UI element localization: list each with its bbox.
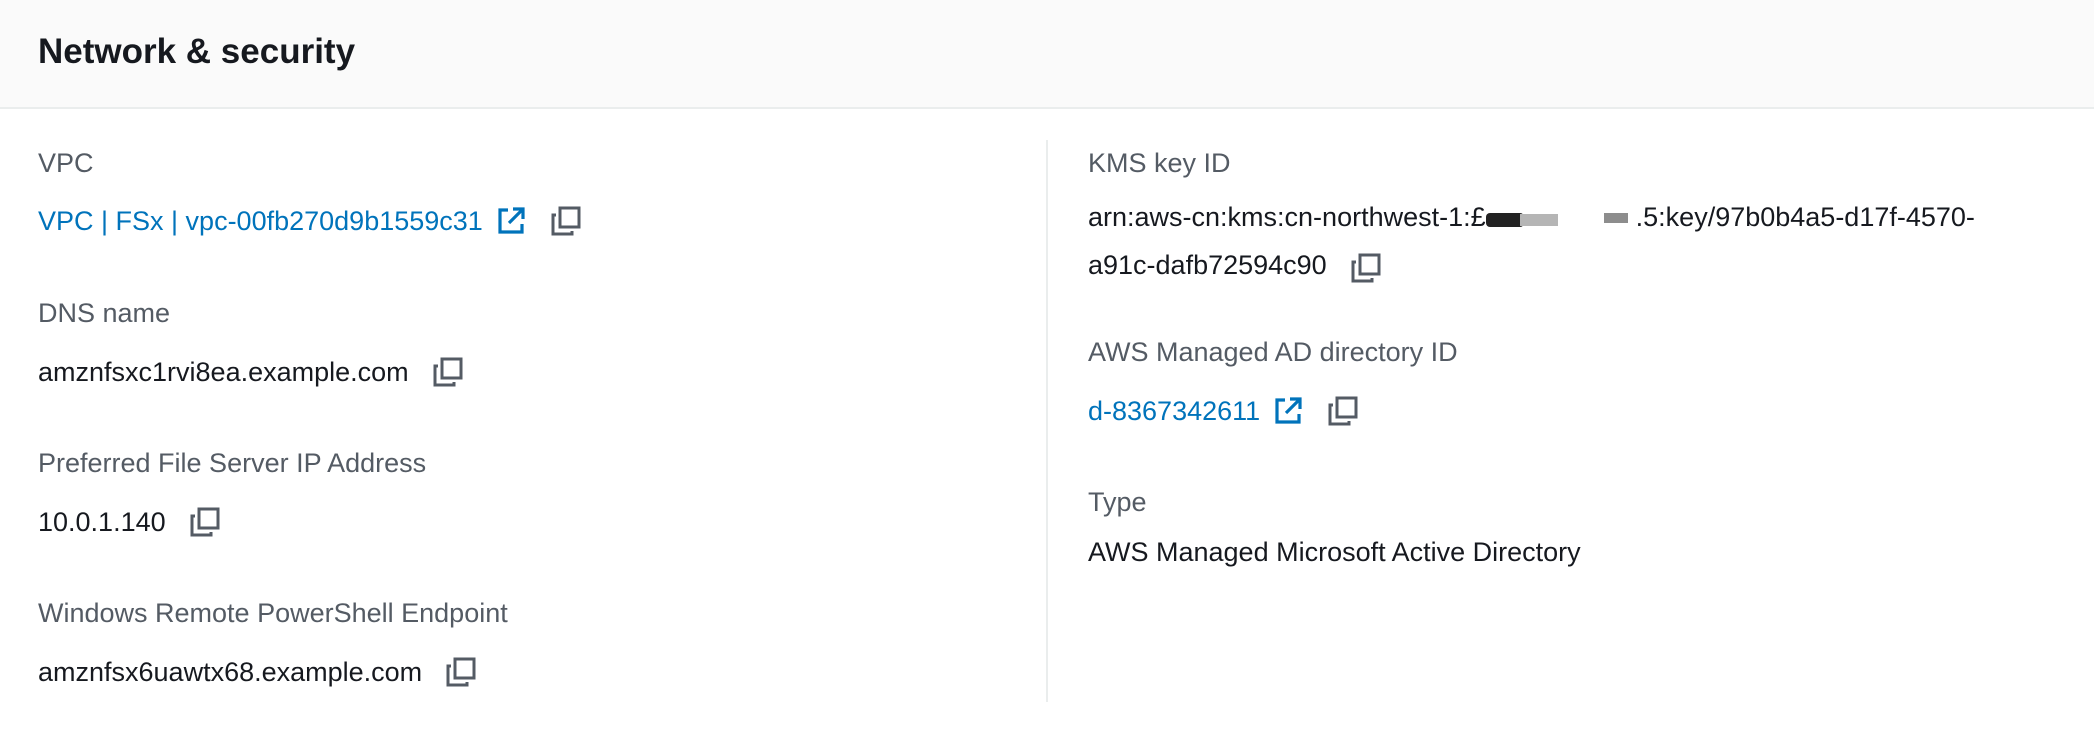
vpc-link[interactable]: VPC | FSx | vpc-00fb270d9b1559c31 — [38, 204, 483, 238]
dns-name-value: amznfsxc1rvi8ea.example.com — [38, 357, 409, 387]
kms-value-prefix: arn:aws-cn:kms:cn-northwest-1:£ — [1088, 202, 1486, 232]
copy-icon[interactable] — [551, 206, 581, 236]
redaction-mark — [1485, 209, 1636, 229]
vpc-value-row: VPC | FSx | vpc-00fb270d9b1559c31 — [38, 204, 581, 238]
kms-key-id-line2: a91c-dafb72594c90 — [1088, 241, 2068, 289]
kms-value-suffix: 5:key/97b0b4a5-d17f-4570- — [1643, 202, 1975, 232]
preferred-ip-value: 10.0.1.140 — [38, 507, 166, 537]
preferred-ip-value-row: 10.0.1.140 — [38, 505, 220, 539]
copy-icon[interactable] — [1351, 250, 1381, 283]
ad-directory-link[interactable]: d-8367342611 — [1088, 394, 1260, 428]
ad-directory-id-value-row: d-8367342611 — [1088, 394, 1358, 428]
kms-key-id-label: KMS key ID — [1088, 148, 1231, 178]
external-link-icon[interactable] — [495, 205, 527, 237]
copy-icon[interactable] — [433, 357, 463, 387]
panel-header: Network & security — [0, 0, 2094, 109]
type-label: Type — [1088, 487, 1147, 517]
powershell-endpoint-label: Windows Remote PowerShell Endpoint — [38, 598, 508, 628]
dns-name-value-row: amznfsxc1rvi8ea.example.com — [38, 355, 463, 389]
network-security-panel: Network & security VPC VPC | FSx | vpc-0… — [0, 0, 2094, 738]
type-value: AWS Managed Microsoft Active Directory — [1088, 537, 1581, 567]
kms-key-id-value: arn:aws-cn:kms:cn-northwest-1:£ .5:key/97… — [1088, 193, 2068, 289]
preferred-ip-label: Preferred File Server IP Address — [38, 448, 427, 478]
external-link-icon[interactable] — [1272, 395, 1304, 427]
copy-icon[interactable] — [1328, 396, 1358, 426]
copy-icon[interactable] — [190, 507, 220, 537]
vpc-label: VPC — [38, 148, 94, 178]
kms-value-line2: a91c-dafb72594c90 — [1088, 250, 1327, 280]
panel-title: Network & security — [38, 32, 356, 71]
powershell-endpoint-value: amznfsx6uawtx68.example.com — [38, 657, 423, 687]
copy-icon[interactable] — [446, 657, 476, 687]
ad-directory-id-label: AWS Managed AD directory ID — [1088, 337, 1458, 367]
powershell-endpoint-value-row: amznfsx6uawtx68.example.com — [38, 655, 476, 689]
column-divider — [1046, 140, 1048, 702]
dns-name-label: DNS name — [38, 298, 171, 328]
kms-key-id-line1: arn:aws-cn:kms:cn-northwest-1:£ .5:key/97… — [1088, 193, 2068, 241]
